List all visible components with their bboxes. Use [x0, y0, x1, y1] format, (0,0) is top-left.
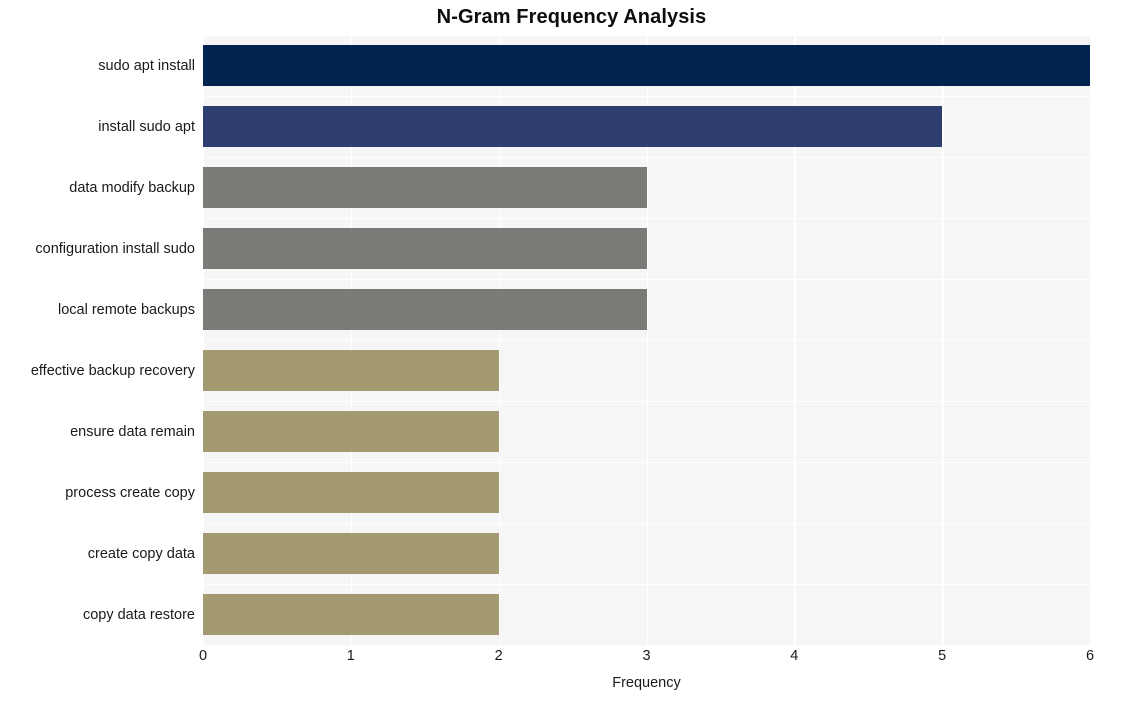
- x-gridline: [1090, 35, 1092, 645]
- y-axis-tick-label: copy data restore: [82, 606, 195, 623]
- chart-title: N-Gram Frequency Analysis: [436, 6, 707, 28]
- y-axis-tick-label: ensure data remain: [70, 423, 195, 440]
- x-axis-tick-labels: 0 1 2 3 4 5 6: [199, 648, 1094, 670]
- chart-figure: N-Gram Frequency Analysis sudo apt insta…: [0, 0, 1143, 701]
- bar: [203, 45, 1090, 86]
- y-axis-tick-label: effective backup recovery: [30, 362, 195, 379]
- x-axis-tick-label: 6: [1085, 648, 1095, 664]
- bar: [203, 106, 943, 147]
- y-gridline: [203, 645, 1090, 647]
- x-axis-tick-label: 4: [790, 648, 799, 664]
- bar: [203, 350, 499, 391]
- y-axis-tick-label: sudo apt install: [98, 57, 195, 74]
- y-axis-tick-label: process create copy: [65, 484, 195, 501]
- bar: [203, 289, 647, 330]
- x-axis-tick-label: 2: [494, 648, 503, 664]
- y-axis-tick-label: data modify backup: [69, 179, 195, 196]
- x-axis-tick-label: 0: [198, 648, 208, 664]
- x-axis-tick-label: 1: [346, 648, 355, 664]
- y-axis-tick-label: configuration install sudo: [35, 240, 195, 257]
- bar-series: [203, 35, 1090, 645]
- x-axis-tick-label: 3: [642, 648, 651, 664]
- bar: [203, 533, 499, 574]
- x-axis-label: Frequency: [612, 675, 681, 691]
- bar: [203, 167, 647, 208]
- plot-area: [203, 35, 1092, 647]
- y-axis-tick-labels: sudo apt install install sudo apt data mod…: [0, 35, 195, 645]
- y-axis-tick-label: install sudo apt: [98, 118, 195, 135]
- y-axis-tick-label: local remote backups: [57, 301, 195, 318]
- x-axis-tick-label: 5: [938, 648, 947, 664]
- bar: [203, 594, 499, 635]
- bar: [203, 411, 499, 452]
- y-axis-tick-label: create copy data: [87, 545, 195, 562]
- bar: [203, 228, 647, 269]
- bar: [203, 472, 499, 513]
